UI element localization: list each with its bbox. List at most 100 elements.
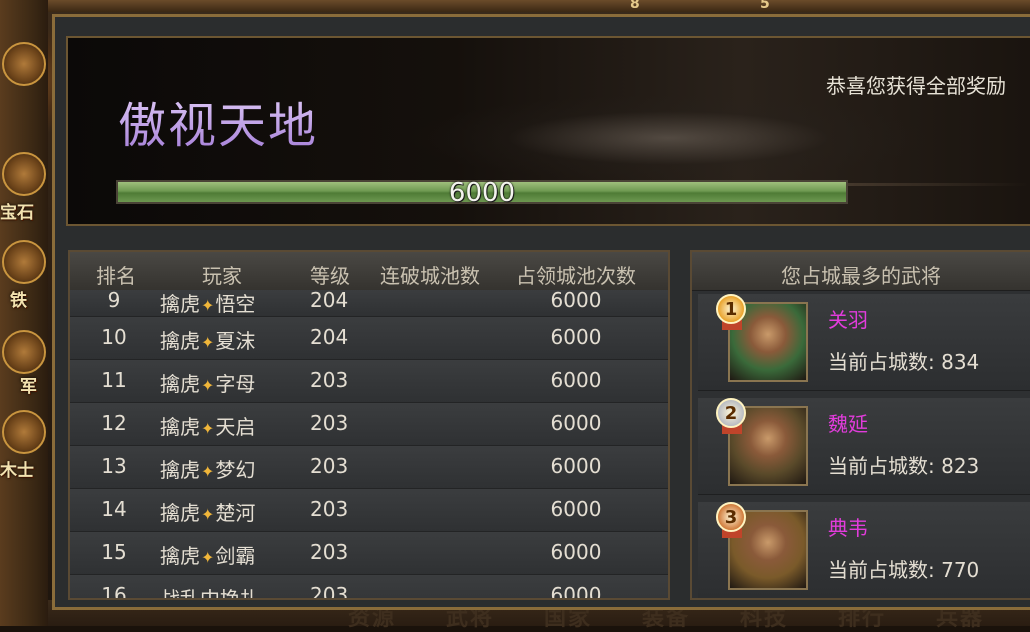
rank-cell: 16 xyxy=(101,583,127,600)
city-count-value: 823 xyxy=(941,454,980,478)
rank-cell: 10 xyxy=(101,325,127,349)
player-cell[interactable]: 擒虎✦字母 xyxy=(160,368,255,397)
table-body[interactable]: 9 擒虎✦悟空 204 6000 10 擒虎✦夏沫 204 6000 11 擒虎✦字母 203 600… xyxy=(70,288,668,600)
player-cell[interactable]: 擒虎✦楚河 xyxy=(160,497,255,526)
player-name: 夏沫 xyxy=(215,329,256,353)
level-cell: 203 xyxy=(310,583,349,600)
table-row[interactable]: 11 擒虎✦字母 203 6000 xyxy=(70,360,668,403)
player-cell[interactable]: 擒虎✦梦幻 xyxy=(160,454,255,483)
general-name: 魏延 xyxy=(828,412,868,436)
side-label-army: 军 xyxy=(20,377,37,397)
player-cell[interactable]: 擒虎✦夏沫 xyxy=(160,325,255,354)
progress-value: 6000 xyxy=(448,178,516,208)
rank-medal-icon: 2 xyxy=(716,398,746,428)
table-row[interactable]: 16 战乱中挣扎 203 6000 xyxy=(70,575,668,600)
city-count-value: 770 xyxy=(941,558,980,582)
general-card[interactable]: 1 关羽 当前占城数: 834 xyxy=(698,294,1030,391)
player-name: 梦幻 xyxy=(215,458,256,482)
header-player: 玩家 xyxy=(202,264,242,288)
rank-medal-icon: 3 xyxy=(716,502,746,532)
city-count-label: 当前占城数: xyxy=(828,454,935,478)
table-row[interactable]: 13 擒虎✦梦幻 203 6000 xyxy=(70,446,668,489)
gem-shop-button[interactable] xyxy=(2,152,46,196)
guild-prefix: 擒虎 xyxy=(160,415,200,439)
captures-cell: 6000 xyxy=(550,368,602,392)
player-name: 剑霸 xyxy=(215,544,256,568)
guild-star-icon: ✦ xyxy=(201,419,215,438)
left-menu-strip: 宝石 铁 军 木士 xyxy=(0,0,48,626)
level-cell: 203 xyxy=(310,540,349,564)
army-button[interactable] xyxy=(2,330,46,374)
guild-star-icon: ✦ xyxy=(201,376,215,395)
side-label-soldier: 木士 xyxy=(0,461,34,481)
achievement-title: 傲视天地 xyxy=(118,86,318,156)
player-name: 战乱中挣扎 xyxy=(160,587,260,600)
player-name: 楚河 xyxy=(215,501,256,525)
player-name: 天启 xyxy=(215,415,256,439)
generals-title: 您占城最多的武将 xyxy=(781,264,941,288)
guild-prefix: 擒虎 xyxy=(160,292,200,316)
side-label-gem: 宝石 xyxy=(0,203,34,223)
table-header: 排名 玩家 等级 连破城池数 占领城池次数 xyxy=(70,252,668,291)
reward-message: 恭喜您获得全部奖励 xyxy=(826,74,1006,98)
guild-star-icon: ✦ xyxy=(201,548,215,567)
guild-prefix: 擒虎 xyxy=(160,329,200,353)
captures-cell: 6000 xyxy=(550,583,602,600)
rank-cell: 11 xyxy=(101,368,127,392)
progress-bar: 6000 xyxy=(116,178,848,208)
player-name: 字母 xyxy=(215,372,256,396)
level-cell: 203 xyxy=(310,368,349,392)
captures-cell: 6000 xyxy=(550,497,602,521)
rank-cell: 15 xyxy=(101,540,127,564)
player-cell[interactable]: 擒虎✦悟空 xyxy=(160,288,255,317)
level-cell: 203 xyxy=(310,497,349,521)
guild-prefix: 擒虎 xyxy=(160,372,200,396)
header-level: 等级 xyxy=(310,264,350,288)
guild-star-icon: ✦ xyxy=(201,333,215,352)
city-count-value: 834 xyxy=(941,350,980,374)
table-row[interactable]: 9 擒虎✦悟空 204 6000 xyxy=(70,288,668,317)
iron-button[interactable] xyxy=(2,240,46,284)
table-row[interactable]: 15 擒虎✦剑霸 203 6000 xyxy=(70,532,668,575)
general-card[interactable]: 2 魏延当前占城数: 823 xyxy=(698,398,1030,495)
guild-prefix: 擒虎 xyxy=(160,458,200,482)
guild-star-icon: ✦ xyxy=(201,296,215,315)
rank-cell: 12 xyxy=(101,411,127,435)
guild-star-icon: ✦ xyxy=(201,462,215,481)
player-cell[interactable]: 擒虎✦剑霸 xyxy=(160,540,255,569)
captures-cell: 6000 xyxy=(550,540,602,564)
captures-cell: 6000 xyxy=(550,411,602,435)
table-row[interactable]: 14 擒虎✦楚河 203 6000 xyxy=(70,489,668,532)
top-number-5: 5 xyxy=(760,0,770,12)
general-city-count: 当前占城数: 834 xyxy=(828,346,979,375)
warrior-avatar-button[interactable] xyxy=(2,42,46,86)
captures-cell: 6000 xyxy=(550,454,602,478)
captures-cell: 6000 xyxy=(550,325,602,349)
header-rank: 排名 xyxy=(96,264,136,288)
table-row[interactable]: 10 擒虎✦夏沫 204 6000 xyxy=(70,317,668,360)
player-name: 悟空 xyxy=(215,292,256,316)
top-map-strip: 8 5 xyxy=(48,0,1030,12)
player-cell[interactable]: 战乱中挣扎 xyxy=(160,583,260,600)
rank-medal-icon: 1 xyxy=(716,294,746,324)
side-label-iron: 铁 xyxy=(10,291,27,311)
general-name: 典韦 xyxy=(828,516,868,540)
level-cell: 204 xyxy=(310,288,349,312)
guild-prefix: 擒虎 xyxy=(160,501,200,525)
soldier-button[interactable] xyxy=(2,410,46,454)
top-number-8: 8 xyxy=(630,0,640,12)
level-cell: 203 xyxy=(310,411,349,435)
ranking-table: 排名 玩家 等级 连破城池数 占领城池次数 9 擒虎✦悟空 204 6000 10 擒虎✦… xyxy=(68,250,670,600)
general-city-count: 当前占城数: 823 xyxy=(828,450,979,479)
general-city-count: 当前占城数: 770 xyxy=(828,554,979,583)
level-cell: 203 xyxy=(310,454,349,478)
general-card[interactable]: 3 典韦当前占城数: 770 xyxy=(698,502,1030,598)
city-count-label: 当前占城数: xyxy=(828,558,935,582)
header-captures: 占领城池次数 xyxy=(516,264,636,288)
player-cell[interactable]: 擒虎✦天启 xyxy=(160,411,255,440)
generals-header: 您占城最多的武将 xyxy=(692,252,1030,291)
header-streak: 连破城池数 xyxy=(380,264,480,288)
table-row[interactable]: 12 擒虎✦天启 203 6000 xyxy=(70,403,668,446)
rank-cell: 14 xyxy=(101,497,127,521)
rank-cell: 13 xyxy=(101,454,127,478)
